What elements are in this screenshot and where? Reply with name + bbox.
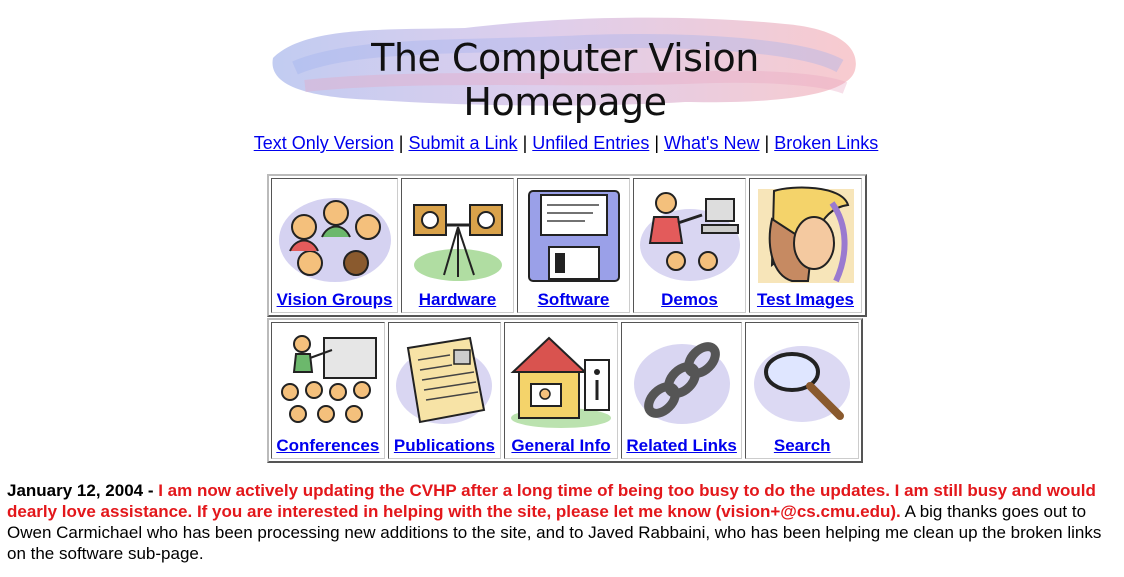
unfiled-entries-link[interactable]: Unfiled Entries xyxy=(532,133,649,153)
hardware-link[interactable]: Hardware xyxy=(419,290,496,310)
site-banner: The Computer Vision Homepage xyxy=(265,8,865,124)
test-images-link[interactable]: Test Images xyxy=(757,290,854,310)
top-navigation: Text Only Version | Submit a Link | Unfi… xyxy=(0,133,1124,154)
nav-separator: | xyxy=(764,133,770,153)
submit-link-link[interactable]: Submit a Link xyxy=(408,133,517,153)
search-link[interactable]: Search xyxy=(774,436,831,456)
cell-related-links[interactable]: Related Links xyxy=(620,322,743,459)
camera-tripod-icon xyxy=(412,203,503,281)
info-booth-icon xyxy=(510,336,612,428)
general-info-link[interactable]: General Info xyxy=(511,436,610,456)
lecture-audience-icon xyxy=(280,334,377,423)
conferences-link[interactable]: Conferences xyxy=(276,436,379,456)
category-table-1: Vision Groups Hardware Software Demos Te… xyxy=(267,174,867,317)
category-table-2: Conferences Publications General Info Re… xyxy=(267,318,863,463)
cell-vision-groups[interactable]: Vision Groups xyxy=(271,178,398,313)
whats-new-link[interactable]: What's New xyxy=(664,133,759,153)
software-link[interactable]: Software xyxy=(538,290,610,310)
people-group-icon xyxy=(278,197,391,282)
cell-software[interactable]: Software xyxy=(517,178,630,313)
news-update: January 12, 2004 - I am now actively upd… xyxy=(7,480,1119,564)
text-only-link[interactable]: Text Only Version xyxy=(254,133,394,153)
cell-general-info[interactable]: General Info xyxy=(504,322,618,459)
nav-separator: | xyxy=(522,133,528,153)
news-date: January 12, 2004 - xyxy=(7,481,154,500)
cell-search[interactable]: Search xyxy=(745,322,860,459)
cell-test-images[interactable]: Test Images xyxy=(749,178,862,313)
vision-groups-link[interactable]: Vision Groups xyxy=(277,290,393,310)
nav-separator: | xyxy=(398,133,404,153)
demos-link[interactable]: Demos xyxy=(661,290,718,310)
site-title: The Computer Vision Homepage xyxy=(371,36,759,124)
cell-conferences[interactable]: Conferences xyxy=(271,322,385,459)
cell-demos[interactable]: Demos xyxy=(633,178,746,313)
cell-hardware[interactable]: Hardware xyxy=(401,178,514,313)
publications-link[interactable]: Publications xyxy=(394,436,495,456)
broken-links-link[interactable]: Broken Links xyxy=(774,133,878,153)
presenter-computer-icon xyxy=(639,191,740,281)
related-links-link[interactable]: Related Links xyxy=(626,436,737,456)
lena-portrait-icon xyxy=(757,186,854,283)
magnifying-glass-icon xyxy=(754,345,851,422)
floppy-disk-icon xyxy=(527,189,620,282)
paper-document-icon xyxy=(396,336,493,424)
chain-links-icon xyxy=(633,341,730,424)
nav-separator: | xyxy=(654,133,660,153)
cell-publications[interactable]: Publications xyxy=(387,322,502,459)
